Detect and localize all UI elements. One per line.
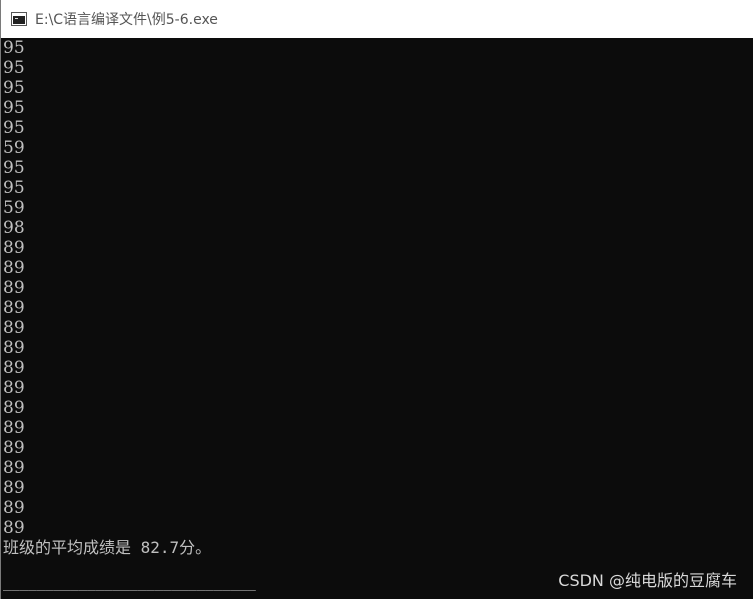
output-line: 59 <box>3 138 25 158</box>
console-icon <box>11 12 27 26</box>
output-line: 89 <box>3 518 25 538</box>
output-line: 95 <box>3 178 25 198</box>
window-title: E:\C语言编译文件\例5-6.exe <box>35 12 218 28</box>
output-line: 89 <box>3 458 25 478</box>
title-bar[interactable]: E:\C语言编译文件\例5-6.exe <box>1 0 753 38</box>
output-line: 89 <box>3 258 25 278</box>
output-line: 89 <box>3 238 25 258</box>
output-line: 59 <box>3 198 25 218</box>
output-line: 98 <box>3 218 25 238</box>
output-line: 89 <box>3 418 25 438</box>
output-line: 89 <box>3 338 25 358</box>
console-output[interactable]: 95 95 95 95 95 59 95 95 59 98 89 89 89 89 89 89 89 89 89 89… <box>1 38 753 599</box>
output-line: 95 <box>3 118 25 138</box>
output-line: 89 <box>3 398 25 418</box>
output-line: 89 <box>3 438 25 458</box>
output-line: 89 <box>3 378 25 398</box>
output-line: 89 <box>3 318 25 338</box>
output-line: 95 <box>3 158 25 178</box>
output-line: 89 <box>3 478 25 498</box>
output-line: 95 <box>3 98 25 118</box>
csdn-watermark: CSDN @纯电版的豆腐车 <box>558 571 737 590</box>
output-line: 89 <box>3 278 25 298</box>
output-line: 89 <box>3 298 25 318</box>
output-line: 89 <box>3 358 25 378</box>
output-line: 89 <box>3 498 25 518</box>
prompt-underline: ______________________________ <box>3 575 256 591</box>
output-line: 95 <box>3 58 25 78</box>
output-line: 95 <box>3 38 25 58</box>
output-line: 95 <box>3 78 25 98</box>
output-lines: 95 95 95 95 95 59 95 95 59 98 89 89 89 89 89 89 89 89 89 89… <box>3 38 25 538</box>
average-score-line: 班级的平均成绩是 82.7分。 <box>3 538 212 557</box>
console-window: E:\C语言编译文件\例5-6.exe 95 95 95 95 95 59 95 95 59 98… <box>0 0 753 599</box>
